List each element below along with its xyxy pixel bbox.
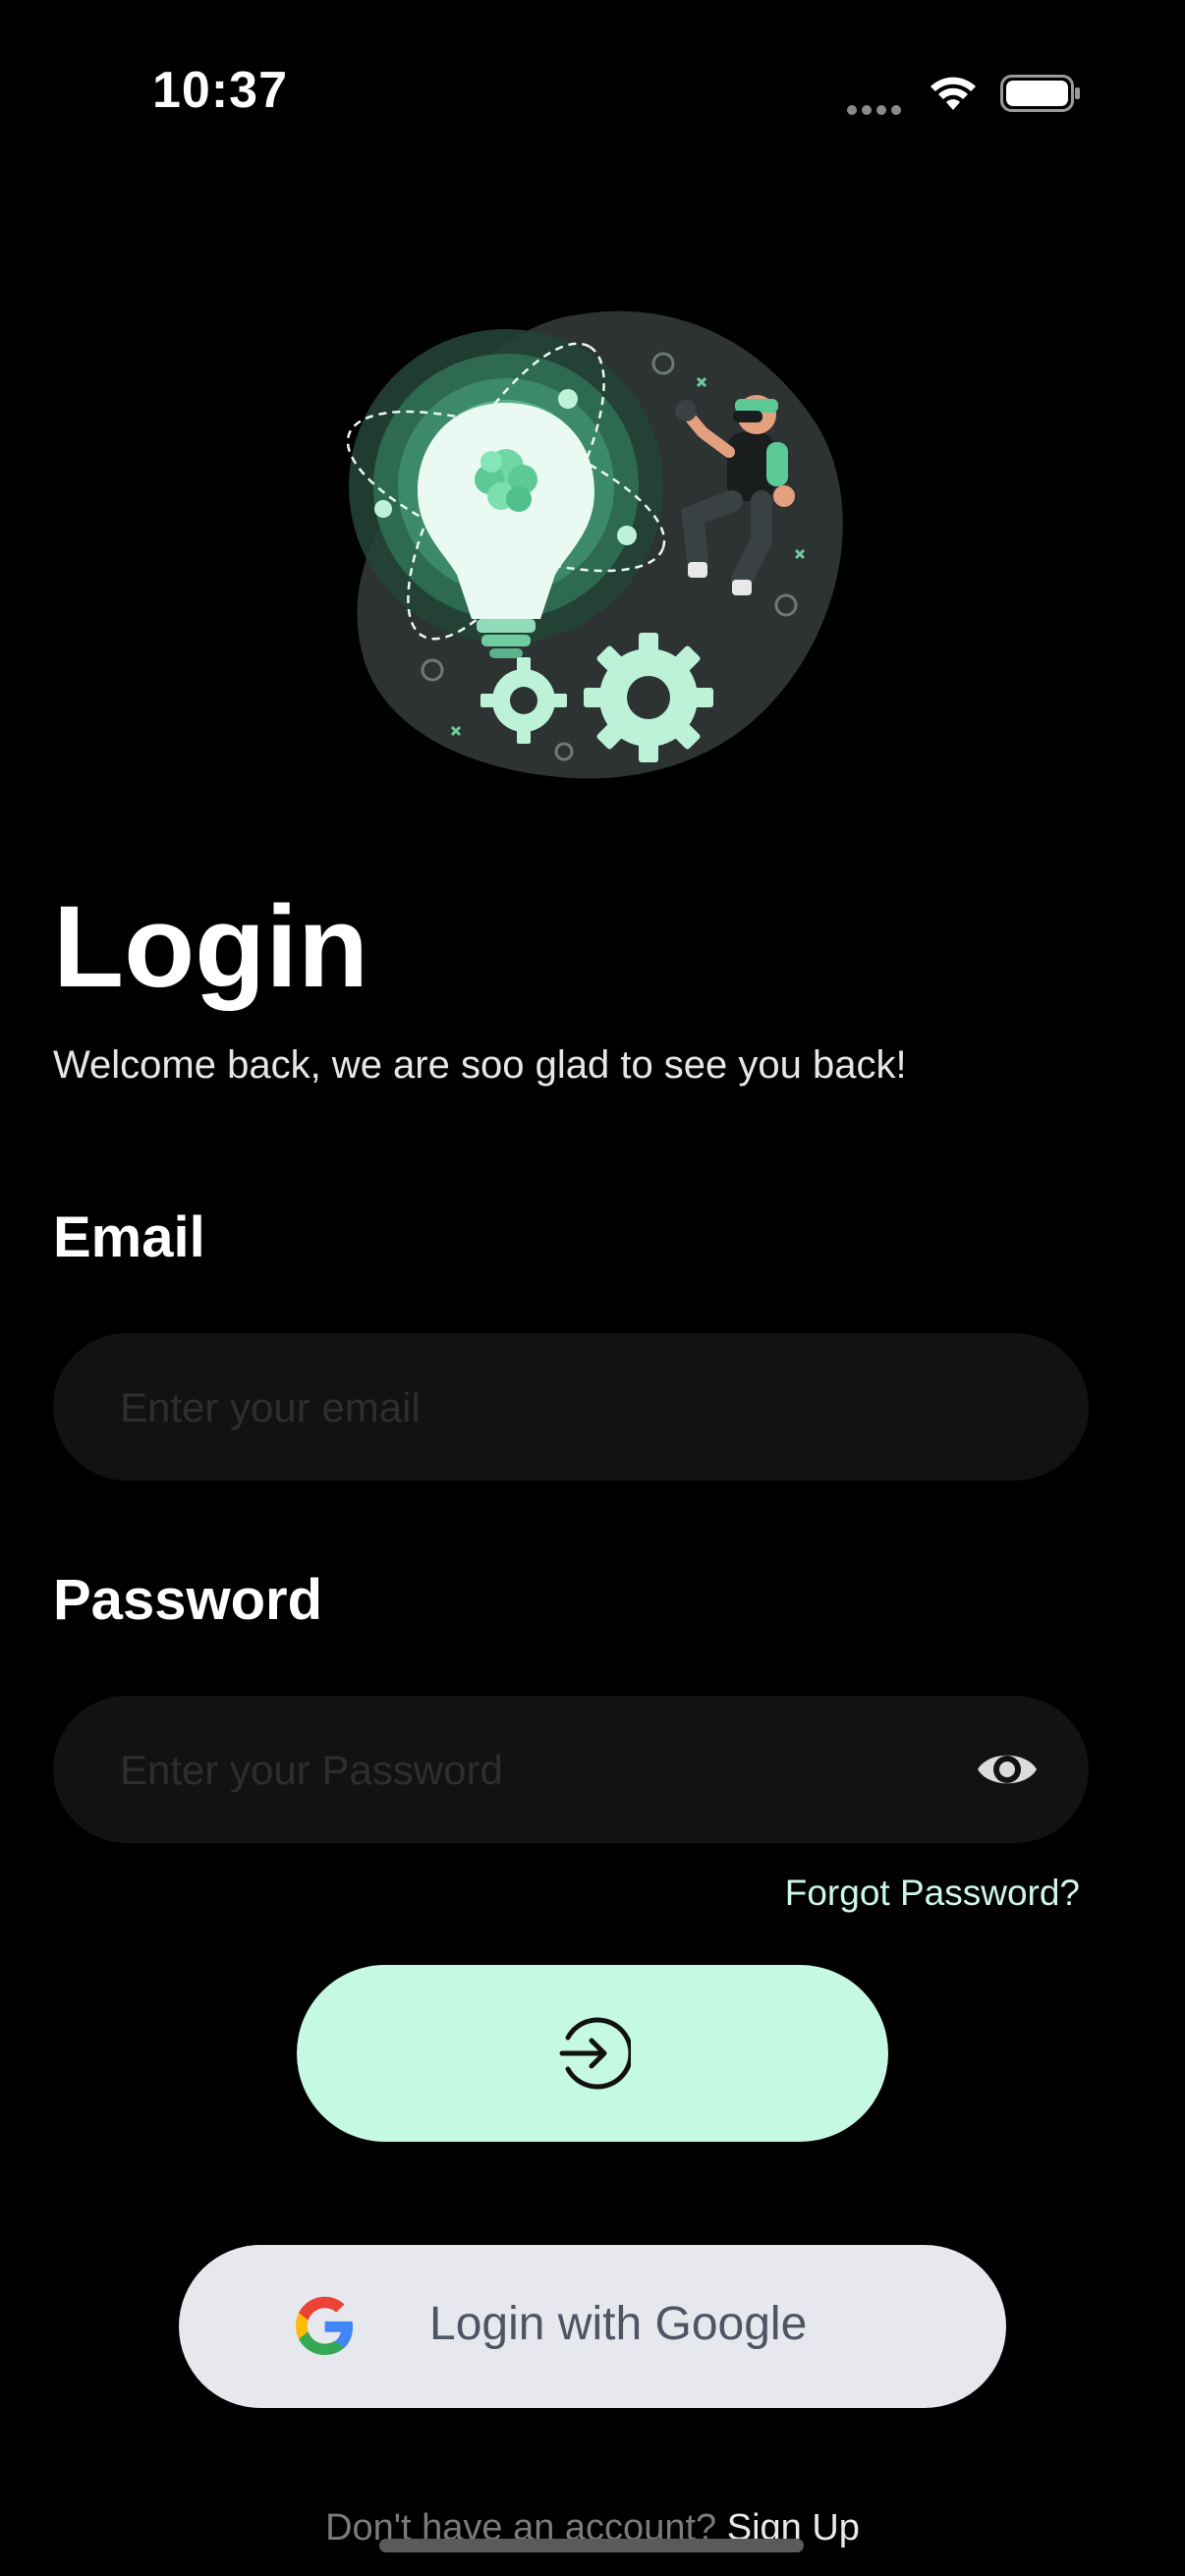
google-login-button[interactable]: Login with Google: [179, 2245, 1006, 2408]
lightbulb-illustration: [346, 310, 843, 779]
cellular-signal-icon: [847, 102, 906, 115]
eye-icon[interactable]: [975, 1743, 1040, 1796]
password-field[interactable]: [53, 1696, 1089, 1845]
login-button[interactable]: [297, 1965, 888, 2142]
email-label: Email: [53, 1205, 205, 1269]
password-label: Password: [53, 1568, 322, 1632]
password-input[interactable]: [118, 1696, 967, 1845]
battery-icon: [1000, 75, 1080, 112]
forgot-password-link[interactable]: Forgot Password?: [785, 1873, 1080, 1914]
status-time: 10:37: [152, 62, 288, 119]
page-title: Login: [53, 882, 369, 1012]
email-input[interactable]: [118, 1333, 967, 1483]
arrow-right-circle-icon: [559, 2017, 631, 2090]
status-bar: 10:37: [0, 0, 1185, 187]
page-subtitle: Welcome back, we are soo glad to see you…: [53, 1043, 907, 1087]
google-login-label: Login with Google: [429, 2298, 808, 2350]
home-indicator[interactable]: [379, 2539, 804, 2552]
email-field[interactable]: [53, 1333, 1089, 1483]
wifi-icon: [931, 77, 976, 110]
google-logo-icon: [296, 2296, 353, 2355]
